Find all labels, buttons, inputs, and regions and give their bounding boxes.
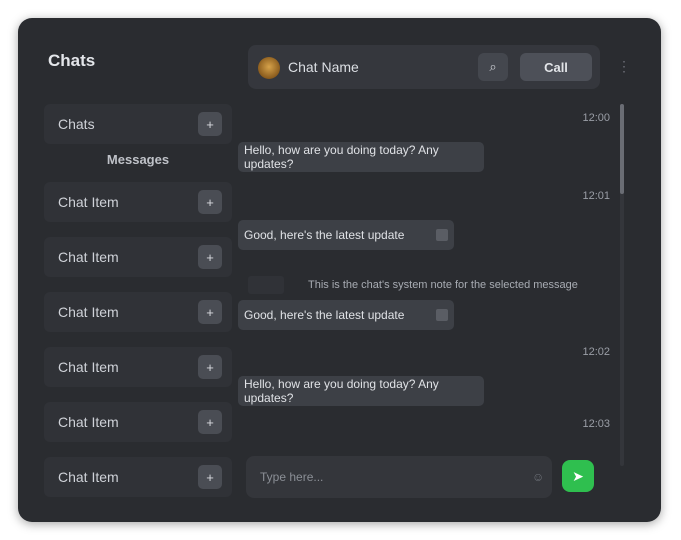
sidebar-item-5[interactable]: Chat Item + <box>44 402 232 442</box>
message-list: 12:00 Hello, how are you doing today? An… <box>238 98 622 468</box>
sidebar-item-label: Chat Item <box>58 414 119 430</box>
message-time: 12:00 <box>582 112 610 124</box>
add-icon[interactable]: + <box>198 465 222 489</box>
system-note-marker <box>248 276 284 294</box>
message-time: 12:03 <box>582 418 610 430</box>
scrollbar-thumb[interactable] <box>620 104 624 194</box>
sidebar-item-label: Chat Item <box>58 359 119 375</box>
call-button[interactable]: Call <box>520 53 592 81</box>
sidebar-item-label: Chat Item <box>58 194 119 210</box>
sidebar: Chats Chats + Messages Chat Item + Chat … <box>18 18 232 522</box>
sidebar-item-4[interactable]: Chat Item + <box>44 347 232 387</box>
add-icon[interactable]: + <box>198 300 222 324</box>
emoji-icon[interactable]: ☺ <box>532 470 546 484</box>
add-icon[interactable]: + <box>198 190 222 214</box>
sidebar-title: Chats <box>48 51 96 70</box>
message-bubble[interactable]: Hello, how are you doing today? Any upda… <box>238 142 484 172</box>
read-receipt-icon <box>436 309 448 321</box>
sidebar-item-label: Chat Item <box>58 249 119 265</box>
message-text: Hello, how are you doing today? Any upda… <box>244 377 439 405</box>
add-icon[interactable]: + <box>198 112 222 136</box>
sidebar-item-1[interactable]: Chat Item + <box>44 182 232 222</box>
message-text: Hello, how are you doing today? Any upda… <box>244 143 439 171</box>
contact-name[interactable]: Chat Name <box>288 59 359 75</box>
message-text: Good, here's the latest update <box>244 308 405 322</box>
sidebar-item-label: Chat Item <box>58 304 119 320</box>
send-button[interactable]: ➤ <box>562 460 594 492</box>
message-time: 12:02 <box>582 346 610 358</box>
add-icon[interactable]: + <box>198 355 222 379</box>
message-bubble[interactable]: Good, here's the latest update <box>238 220 454 250</box>
more-menu-icon[interactable]: ⋮ <box>616 58 632 74</box>
message-input[interactable] <box>246 456 552 498</box>
message-time: 12:01 <box>582 190 610 202</box>
search-icon[interactable]: ⌕ <box>478 53 508 81</box>
sidebar-item-top[interactable]: Chats + <box>44 104 232 144</box>
sidebar-item-3[interactable]: Chat Item + <box>44 292 232 332</box>
chat-window: Chats Chats + Messages Chat Item + Chat … <box>18 18 661 522</box>
chat-header: Chat Name ⌕ Call <box>248 45 600 89</box>
message-bubble[interactable]: Good, here's the latest update <box>238 300 454 330</box>
message-bubble[interactable]: Hello, how are you doing today? Any upda… <box>238 376 484 406</box>
message-text: Good, here's the latest update <box>244 228 405 242</box>
add-icon[interactable]: + <box>198 245 222 269</box>
sidebar-item-label: Chats <box>58 116 95 132</box>
system-note: This is the chat's system note for the s… <box>238 276 622 296</box>
chat-scrollbar[interactable] <box>620 104 624 466</box>
add-icon[interactable]: + <box>198 410 222 434</box>
read-receipt-icon <box>436 229 448 241</box>
sidebar-section-label: Messages <box>106 152 170 167</box>
avatar[interactable] <box>258 57 280 79</box>
sidebar-item-6[interactable]: Chat Item + <box>44 457 232 497</box>
system-note-text: This is the chat's system note for the s… <box>308 279 578 291</box>
sidebar-item-label: Chat Item <box>58 469 119 485</box>
sidebar-item-2[interactable]: Chat Item + <box>44 237 232 277</box>
